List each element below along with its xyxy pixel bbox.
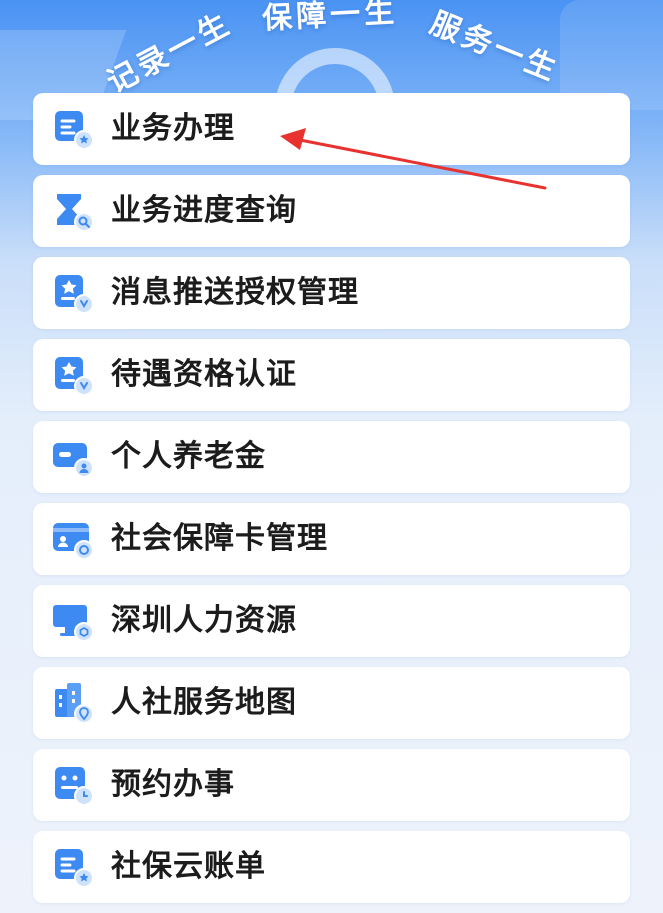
menu-item-label: 预约办事 <box>111 767 235 802</box>
menu-item-label: 业务办理 <box>111 111 235 146</box>
appointment-icon <box>55 767 93 805</box>
menu-item-message-auth[interactable]: 消息推送授权管理 <box>33 257 630 329</box>
menu-item-cloud-bill[interactable]: 社保云账单 <box>33 831 630 903</box>
menu-item-label: 待遇资格认证 <box>111 357 297 392</box>
progress-query-icon <box>57 194 93 231</box>
menu-item-label: 消息推送授权管理 <box>111 275 359 310</box>
building-map-icon <box>55 683 93 723</box>
menu-item-label: 人社服务地图 <box>111 685 297 720</box>
menu-item-label: 业务进度查询 <box>111 193 297 228</box>
slogan-text: 服务一生 <box>425 5 565 89</box>
monitor-icon <box>53 605 93 641</box>
menu-item-label: 个人养老金 <box>111 439 266 474</box>
menu-item-progress-query[interactable]: 业务进度查询 <box>33 175 630 247</box>
menu-item-appointment[interactable]: 预约办事 <box>33 749 630 821</box>
slogan-text: 保障一生 <box>261 0 400 37</box>
pension-card-icon <box>53 443 93 477</box>
menu-item-shenzhen-hr[interactable]: 深圳人力资源 <box>33 585 630 657</box>
message-auth-icon <box>55 275 93 313</box>
menu-item-business-handling[interactable]: 业务办理 <box>33 93 630 165</box>
menu-item-social-security-card[interactable]: 社会保障卡管理 <box>33 503 630 575</box>
menu-item-label: 社保云账单 <box>111 849 266 884</box>
social-security-card-icon <box>53 523 93 559</box>
business-handling-icon <box>55 111 93 149</box>
menu-item-personal-pension[interactable]: 个人养老金 <box>33 421 630 493</box>
slogan-text: 记录一生 <box>101 5 238 101</box>
menu-item-label: 深圳人力资源 <box>111 603 297 638</box>
menu-item-service-map[interactable]: 人社服务地图 <box>33 667 630 739</box>
qualification-cert-icon <box>55 357 93 395</box>
service-menu: 业务办理 业务进度查询 消息推送授权管理 待遇资格认证 个人养老金 社会保障卡管… <box>33 93 630 913</box>
cloud-bill-icon <box>55 849 93 887</box>
menu-item-label: 社会保障卡管理 <box>111 521 328 556</box>
menu-item-qualification-cert[interactable]: 待遇资格认证 <box>33 339 630 411</box>
